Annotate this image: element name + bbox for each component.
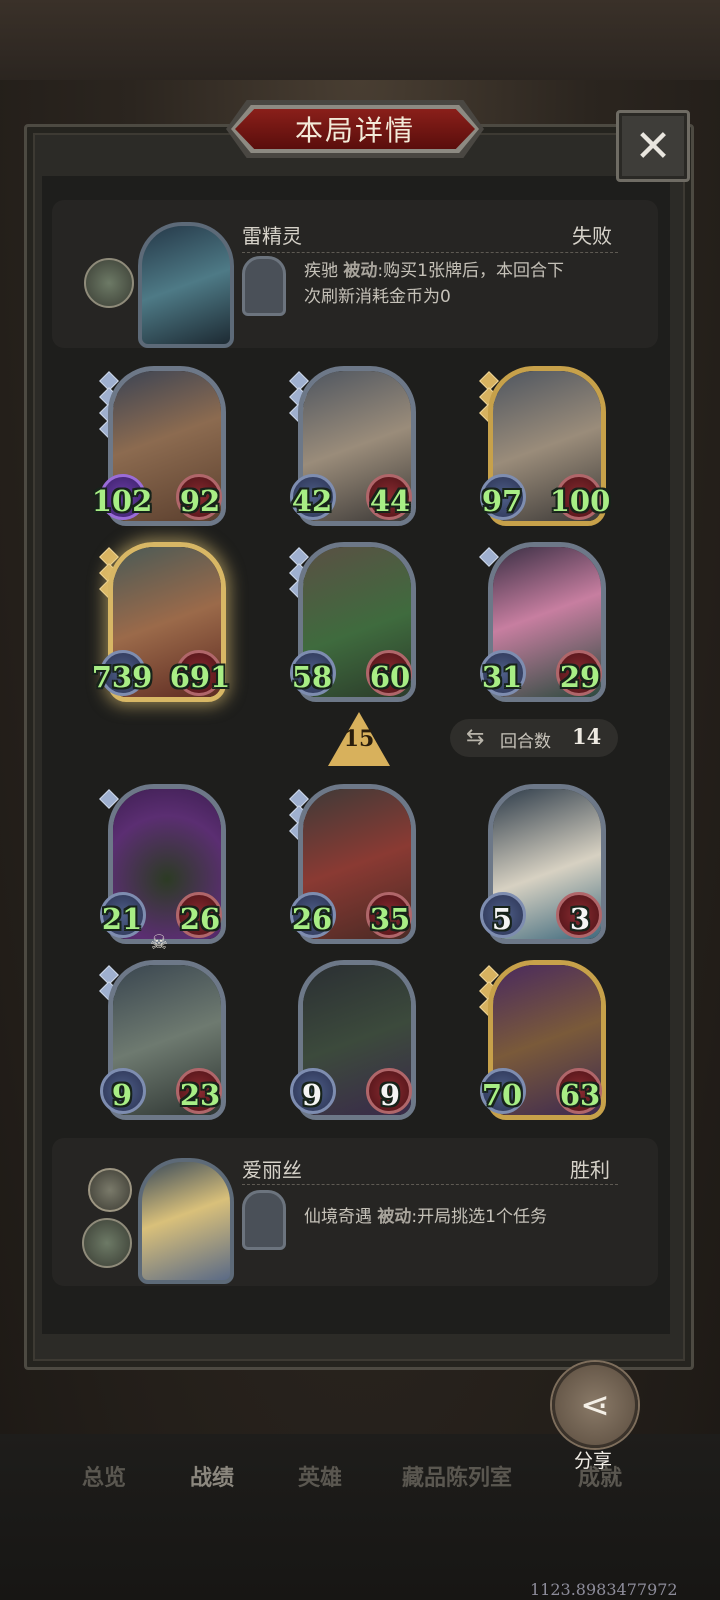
- card-health: 23: [179, 1078, 221, 1112]
- skull-icon: ☠: [150, 930, 168, 954]
- minion-card[interactable]: 21 26 ☠: [99, 784, 226, 954]
- card-attack: 31: [481, 660, 523, 694]
- card-health: 92: [179, 484, 221, 518]
- rounds-badge: ⇆ 回合数 14: [450, 719, 618, 757]
- compass-icon: [88, 1168, 132, 1212]
- hero-power-text: 仙境奇遇 被动:开局挑选1个任务: [304, 1204, 547, 1230]
- card-health: 691: [169, 660, 231, 694]
- card-attack: 58: [291, 660, 333, 694]
- card-health: 3: [569, 902, 591, 936]
- nav-collection[interactable]: 藏品陈列室: [402, 1460, 512, 1492]
- skill-desc-1: :购买1张牌后，本回合下: [377, 261, 564, 281]
- player-name: 雷精灵: [242, 224, 302, 248]
- card-attack: 26: [291, 902, 333, 936]
- card-attack: 5: [491, 902, 513, 936]
- rounds-label: 回合数: [500, 732, 551, 752]
- card-attack: 70: [481, 1078, 523, 1112]
- hero-portrait[interactable]: [138, 222, 234, 348]
- card-health: 29: [559, 660, 601, 694]
- minion-card[interactable]: 42 44: [289, 366, 416, 526]
- minion-card[interactable]: 9 23: [99, 960, 226, 1120]
- card-health: 100: [549, 484, 611, 518]
- card-health: 63: [559, 1078, 601, 1112]
- nav-overview[interactable]: 总览: [82, 1460, 126, 1492]
- card-attack: 42: [291, 484, 333, 518]
- hero-power-text: 疾驰 被动:购买1张牌后，本回合下 次刷新消耗金币为0: [304, 258, 564, 310]
- minion-card[interactable]: 31 29: [479, 542, 606, 702]
- card-health: 44: [369, 484, 411, 518]
- card-health: 9: [379, 1078, 401, 1112]
- skill-name: 仙境奇遇: [304, 1207, 372, 1227]
- minion-card[interactable]: 5 3: [480, 784, 606, 944]
- player-name: 爱丽丝: [242, 1158, 302, 1182]
- player-result: 失败: [572, 224, 612, 248]
- nav-record[interactable]: 战绩: [190, 1460, 234, 1492]
- card-attack: 21: [101, 902, 143, 936]
- card-attack: 9: [111, 1078, 133, 1112]
- share-label: 分享: [573, 1450, 612, 1472]
- coordinate-readout: 1123.8983477972: [530, 1580, 678, 1599]
- minion-card[interactable]: 58 60: [289, 542, 416, 702]
- share-icon: ⋖: [579, 1384, 611, 1426]
- page-title: 本局详情: [294, 114, 415, 147]
- divider: [242, 1184, 618, 1185]
- divider: [242, 252, 618, 253]
- close-icon: ✕: [634, 120, 672, 172]
- skill-name: 疾驰: [304, 261, 338, 281]
- top-player-panel: 雷精灵 失败 疾驰 被动:购买1张牌后，本回合下 次刷新消耗金币为0: [52, 200, 658, 348]
- minion-card[interactable]: 102 92: [92, 366, 226, 526]
- card-attack: 102: [91, 484, 153, 518]
- hero-power-icon[interactable]: [242, 1190, 286, 1250]
- card-health: 60: [369, 660, 411, 694]
- skill-desc-2: 次刷新消耗金币为0: [304, 287, 451, 307]
- card-health: 26: [179, 902, 221, 936]
- tavern-tier: 15: [343, 726, 375, 752]
- skill-type: 被动: [377, 1207, 412, 1227]
- card-health: 35: [369, 902, 411, 936]
- hero-power-icon[interactable]: [242, 256, 286, 316]
- card-attack: 9: [301, 1078, 323, 1112]
- skill-desc-1: :开局挑选1个任务: [411, 1207, 547, 1227]
- hero-portrait[interactable]: [138, 1158, 234, 1284]
- minion-card-golden[interactable]: 97 100: [479, 366, 610, 526]
- card-attack: 97: [481, 484, 523, 518]
- title-banner: 本局详情: [226, 100, 484, 158]
- bottom-player-panel: 爱丽丝 胜利 仙境奇遇 被动:开局挑选1个任务: [52, 1138, 658, 1286]
- minion-card[interactable]: 9 9: [290, 960, 416, 1120]
- player-result: 胜利: [570, 1158, 610, 1182]
- minion-card-golden[interactable]: 70 63: [479, 960, 606, 1120]
- quest-badge-icon: [82, 1218, 132, 1268]
- nav-heroes[interactable]: 英雄: [298, 1460, 342, 1492]
- top-strip: [0, 0, 720, 80]
- skill-type: 被动: [343, 261, 378, 281]
- rounds-value: 14: [572, 724, 602, 749]
- minion-card-golden[interactable]: 739 691: [92, 542, 230, 702]
- card-attack: 739: [91, 660, 153, 694]
- share-button[interactable]: ⋖: [552, 1362, 638, 1448]
- refresh-icon: ⇆: [466, 725, 485, 750]
- minion-card[interactable]: 26 35: [289, 784, 416, 944]
- quest-badge-icon: [84, 258, 134, 308]
- close-button[interactable]: ✕: [616, 110, 690, 182]
